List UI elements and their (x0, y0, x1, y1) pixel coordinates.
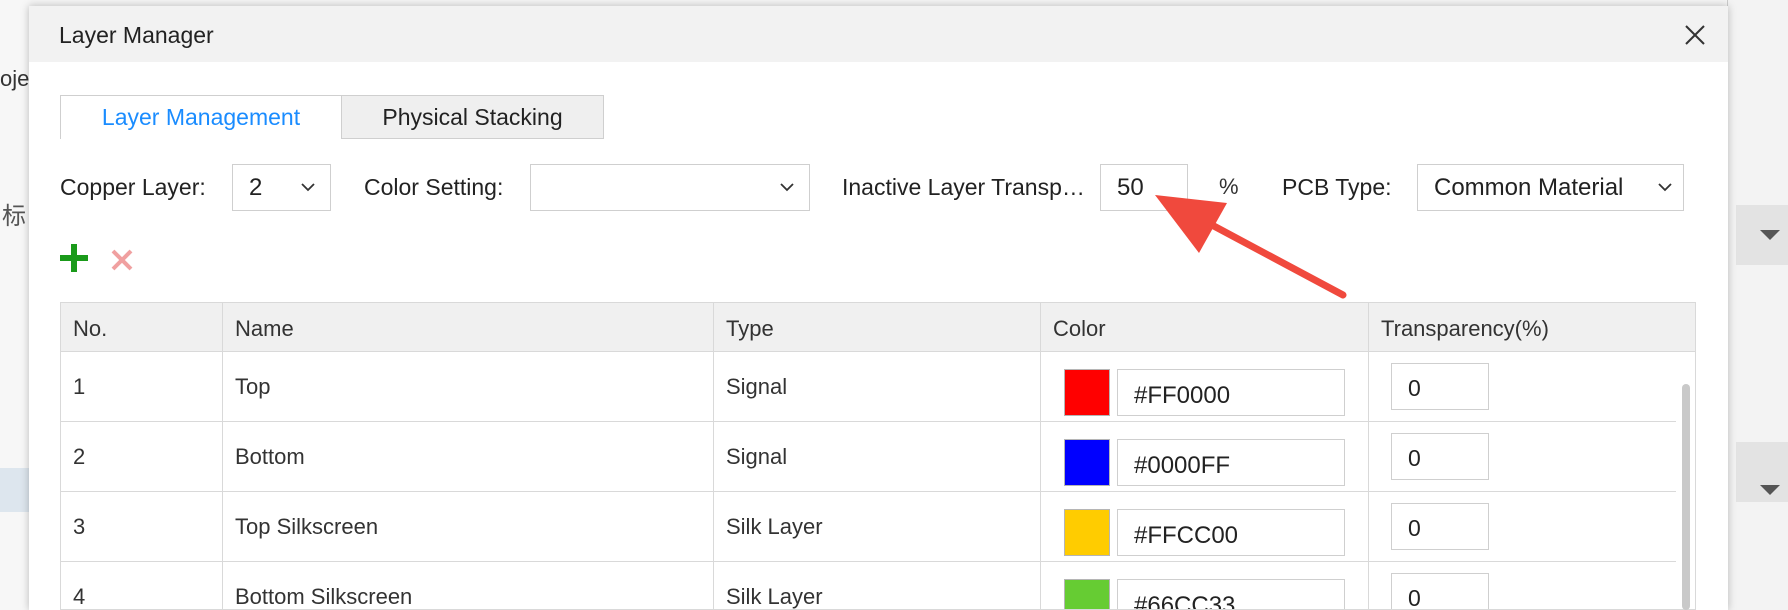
tab-physical-stacking[interactable]: Physical Stacking (341, 95, 604, 139)
cell-transparency: 0 (1369, 422, 1676, 492)
transparency-input[interactable]: 0 (1391, 503, 1489, 550)
color-swatch[interactable] (1064, 439, 1110, 486)
chevron-down-icon (780, 183, 794, 192)
background-selected-item (0, 468, 30, 512)
color-hex-input[interactable]: #FF0000 (1117, 369, 1345, 416)
background-project-label: oje (0, 66, 30, 91)
table-row[interactable]: 4 Bottom Silkscreen Silk Layer #66CC33 0 (61, 562, 1676, 609)
color-setting-label: Color Setting: (364, 174, 504, 200)
caret-down-icon (1760, 485, 1780, 495)
add-layer-button[interactable] (58, 242, 90, 274)
cell-no: 1 (61, 352, 223, 422)
transparency-input[interactable]: 0 (1391, 433, 1489, 480)
cell-transparency: 0 (1369, 352, 1676, 422)
chevron-down-icon (1658, 183, 1672, 192)
color-swatch[interactable] (1064, 369, 1110, 416)
tab-layer-management[interactable]: Layer Management (60, 95, 342, 139)
column-header-no: No. (61, 303, 223, 352)
cell-color: #0000FF (1041, 422, 1369, 492)
inactive-transparency-input[interactable] (1100, 164, 1188, 211)
cell-name[interactable]: Bottom Silkscreen (223, 562, 714, 609)
table-row[interactable]: 3 Top Silkscreen Silk Layer #FFCC00 0 (61, 492, 1676, 562)
cell-transparency: 0 (1369, 562, 1676, 609)
table-row[interactable]: 1 Top Signal #FF0000 0 (61, 352, 1676, 422)
copper-layer-label: Copper Layer: (60, 174, 206, 200)
table-header: No. Name Type Color Transparency(%) (61, 303, 1695, 352)
copper-layer-select[interactable]: 2 (232, 164, 331, 211)
tab-bar: Layer Management Physical Stacking (60, 95, 604, 139)
cell-name[interactable]: Top Silkscreen (223, 492, 714, 562)
pcb-type-value: Common Material (1434, 173, 1624, 201)
color-swatch[interactable] (1064, 509, 1110, 556)
cell-name[interactable]: Bottom (223, 422, 714, 492)
background-left-panel: oje 标 (0, 0, 30, 610)
layer-table: No. Name Type Color Transparency(%) 1 To… (60, 302, 1696, 610)
color-hex-input[interactable]: #FFCC00 (1117, 509, 1345, 556)
pcb-type-label: PCB Type: (1282, 174, 1392, 200)
column-header-transparency: Transparency(%) (1381, 316, 1549, 341)
transparency-input[interactable]: 0 (1391, 363, 1489, 410)
dialog-title: Layer Manager (59, 22, 214, 48)
copper-layer-value: 2 (249, 173, 263, 201)
close-button[interactable] (1680, 20, 1710, 50)
caret-down-icon (1760, 230, 1780, 240)
cell-no: 3 (61, 492, 223, 562)
column-header-color: Color (1041, 303, 1369, 352)
cell-transparency: 0 (1369, 492, 1676, 562)
chevron-down-icon (301, 183, 315, 192)
background-right-panel (1727, 0, 1788, 610)
background-cjk-label: 标 (2, 203, 26, 230)
cell-color: #FFCC00 (1041, 492, 1369, 562)
color-swatch[interactable] (1064, 579, 1110, 609)
transparency-input[interactable]: 0 (1391, 573, 1489, 609)
cell-type: Signal (714, 422, 1041, 492)
cell-type: Signal (714, 352, 1041, 422)
cell-type: Silk Layer (714, 562, 1041, 609)
cell-type: Silk Layer (714, 492, 1041, 562)
color-hex-input[interactable]: #66CC33 (1117, 579, 1345, 609)
cell-no: 4 (61, 562, 223, 609)
inactive-transparency-label: Inactive Layer Transp… (842, 174, 1085, 200)
column-header-type: Type (714, 303, 1041, 352)
table-scrollbar[interactable] (1682, 384, 1690, 610)
column-header-name: Name (223, 303, 714, 352)
delete-layer-button[interactable] (110, 248, 134, 272)
cell-color: #FF0000 (1041, 352, 1369, 422)
color-hex-input[interactable]: #0000FF (1117, 439, 1345, 486)
table-row[interactable]: 2 Bottom Signal #0000FF 0 (61, 422, 1676, 492)
cell-no: 2 (61, 422, 223, 492)
pcb-type-select[interactable]: Common Material (1417, 164, 1684, 211)
cell-color: #66CC33 (1041, 562, 1369, 609)
close-icon (1685, 25, 1705, 45)
plus-icon (60, 244, 88, 272)
close-icon (111, 249, 133, 271)
dialog-titlebar[interactable]: Layer Manager (29, 6, 1728, 62)
color-setting-select[interactable] (530, 164, 810, 211)
percent-unit: % (1219, 174, 1239, 199)
cell-name[interactable]: Top (223, 352, 714, 422)
